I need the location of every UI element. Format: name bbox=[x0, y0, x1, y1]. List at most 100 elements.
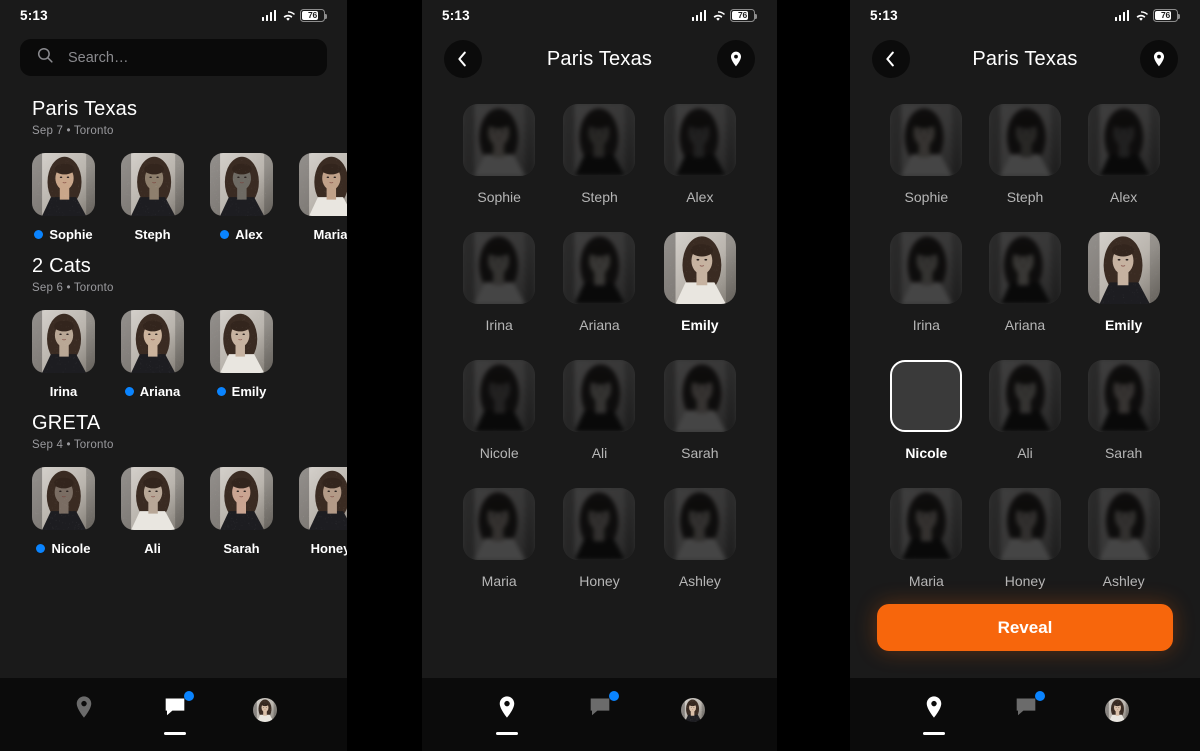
person-name: Ariana bbox=[579, 317, 620, 333]
grid-item[interactable]: Honey bbox=[976, 488, 1075, 589]
map-location-button[interactable] bbox=[717, 40, 755, 78]
location-pin-icon bbox=[921, 694, 947, 725]
grid-item[interactable]: Sarah bbox=[1074, 360, 1173, 461]
person-name: Irina bbox=[912, 317, 940, 333]
location-pin-icon bbox=[71, 694, 97, 725]
tab-profile-avatar[interactable] bbox=[681, 697, 706, 732]
reveal-button[interactable]: Reveal bbox=[877, 604, 1173, 651]
tab-chat-bubble[interactable] bbox=[587, 691, 620, 735]
status-bar-indicators: 76 bbox=[1114, 8, 1181, 22]
tab-chat-bubble[interactable] bbox=[162, 691, 194, 735]
battery-percent: 76 bbox=[737, 10, 748, 20]
grid-item[interactable]: Ashley bbox=[650, 488, 750, 589]
grid-item[interactable]: Nicole bbox=[877, 360, 976, 461]
grid-item[interactable]: Steph bbox=[549, 104, 649, 205]
grid-item[interactable]: Ali bbox=[976, 360, 1075, 461]
person-name: Emily bbox=[1104, 317, 1143, 333]
grid-item[interactable]: Honey bbox=[549, 488, 649, 589]
person-thumbnail bbox=[299, 467, 347, 530]
tab-active-indicator bbox=[254, 729, 276, 732]
conversation-section[interactable]: 2 Cats Sep 6 • Toronto Irina Ariana Emily bbox=[0, 255, 347, 399]
section-subtitle: Sep 7 • Toronto bbox=[32, 125, 114, 137]
profile-avatar-icon bbox=[252, 697, 277, 722]
person-thumbnail bbox=[1087, 232, 1160, 304]
grid-item[interactable]: Steph bbox=[976, 104, 1075, 205]
grid-item[interactable]: Nicole bbox=[449, 360, 549, 461]
list-item[interactable]: Alex bbox=[210, 153, 273, 242]
list-item[interactable]: Steph bbox=[121, 153, 184, 242]
map-location-button[interactable] bbox=[1140, 40, 1178, 78]
person-name: Alex bbox=[235, 227, 263, 242]
person-name: Steph bbox=[581, 189, 618, 205]
person-thumbnail bbox=[32, 153, 95, 216]
phone-panel-grid-selected: 5:13 76 Paris Texas Sophie Steph Alex Irina Ari… bbox=[850, 0, 1200, 751]
grid-item[interactable]: Ariana bbox=[549, 232, 649, 333]
person-name: Ashley bbox=[1102, 573, 1145, 589]
person-thumbnail bbox=[988, 360, 1061, 432]
person-name: Ali bbox=[1017, 445, 1033, 461]
list-item[interactable]: Sarah bbox=[210, 467, 273, 556]
person-thumbnail bbox=[1087, 488, 1160, 560]
grid-item[interactable]: Alex bbox=[650, 104, 750, 205]
person-thumbnail bbox=[563, 232, 636, 304]
person-name: Steph bbox=[134, 227, 171, 242]
list-item[interactable]: Ariana bbox=[121, 310, 184, 399]
person-name: Honey bbox=[579, 573, 620, 589]
tab-active-indicator bbox=[163, 732, 186, 735]
person-name: Maria bbox=[313, 227, 347, 242]
person-name: Irina bbox=[485, 317, 513, 333]
tab-location-pin[interactable] bbox=[494, 694, 520, 735]
tab-profile-avatar[interactable] bbox=[1105, 697, 1129, 732]
grid-item[interactable]: Emily bbox=[650, 232, 750, 333]
status-bar: 5:13 76 bbox=[850, 0, 1200, 30]
person-thumbnail bbox=[563, 360, 636, 432]
tab-location-pin[interactable] bbox=[921, 694, 947, 735]
person-thumbnail bbox=[890, 360, 963, 432]
conversation-section[interactable]: GRETA Sep 4 • Toronto Nicole Ali Sarah Honey bbox=[0, 412, 347, 556]
list-item[interactable]: Irina bbox=[32, 310, 95, 399]
grid-item[interactable]: Ashley bbox=[1074, 488, 1173, 589]
grid-item[interactable]: Maria bbox=[877, 488, 976, 589]
person-thumbnail bbox=[563, 104, 636, 176]
person-thumbnail bbox=[32, 467, 95, 530]
person-thumbnail bbox=[663, 360, 736, 432]
conversation-list: Paris Texas Sep 7 • Toronto Sophie Steph Ale… bbox=[0, 76, 347, 698]
grid-item[interactable]: Emily bbox=[1074, 232, 1173, 333]
tab-active-indicator bbox=[1015, 732, 1037, 735]
grid-item[interactable]: Sarah bbox=[650, 360, 750, 461]
location-pin-icon bbox=[494, 694, 520, 725]
list-item[interactable]: Ali bbox=[121, 467, 184, 556]
status-bar-indicators: 76 bbox=[261, 8, 328, 22]
tab-active-indicator bbox=[495, 732, 518, 735]
grid-item[interactable]: Irina bbox=[877, 232, 976, 333]
grid-item[interactable]: Alex bbox=[1074, 104, 1173, 205]
list-item[interactable]: Honey bbox=[299, 467, 347, 556]
person-thumbnail bbox=[663, 232, 736, 304]
grid-item[interactable]: Sophie bbox=[877, 104, 976, 205]
chat-bubble-icon bbox=[587, 691, 620, 725]
person-thumbnail bbox=[463, 104, 536, 176]
person-thumbnail bbox=[463, 488, 536, 560]
list-item[interactable]: Emily bbox=[210, 310, 273, 399]
person-thumbnail bbox=[563, 488, 636, 560]
tab-chat-bubble[interactable] bbox=[1013, 691, 1045, 735]
battery-indicator: 76 bbox=[730, 8, 758, 22]
list-item[interactable]: Nicole bbox=[32, 467, 95, 556]
grid-item[interactable]: Sophie bbox=[449, 104, 549, 205]
back-button[interactable] bbox=[872, 40, 910, 78]
bottom-tab-bar bbox=[0, 678, 347, 751]
tab-profile-avatar[interactable] bbox=[252, 697, 277, 732]
grid-item[interactable]: Ali bbox=[549, 360, 649, 461]
tab-location-pin[interactable] bbox=[71, 694, 97, 735]
search-input[interactable]: Search… bbox=[20, 39, 327, 76]
grid-item[interactable]: Ariana bbox=[976, 232, 1075, 333]
grid-item[interactable]: Irina bbox=[449, 232, 549, 333]
grid-item[interactable]: Maria bbox=[449, 488, 549, 589]
conversation-section[interactable]: Paris Texas Sep 7 • Toronto Sophie Steph Ale… bbox=[0, 98, 347, 242]
list-item[interactable]: Sophie bbox=[32, 153, 95, 242]
back-button[interactable] bbox=[444, 40, 482, 78]
person-thumbnail bbox=[1087, 360, 1160, 432]
list-item[interactable]: Maria bbox=[299, 153, 347, 242]
person-label: Maria bbox=[299, 227, 347, 242]
wifi-icon bbox=[1134, 10, 1148, 21]
